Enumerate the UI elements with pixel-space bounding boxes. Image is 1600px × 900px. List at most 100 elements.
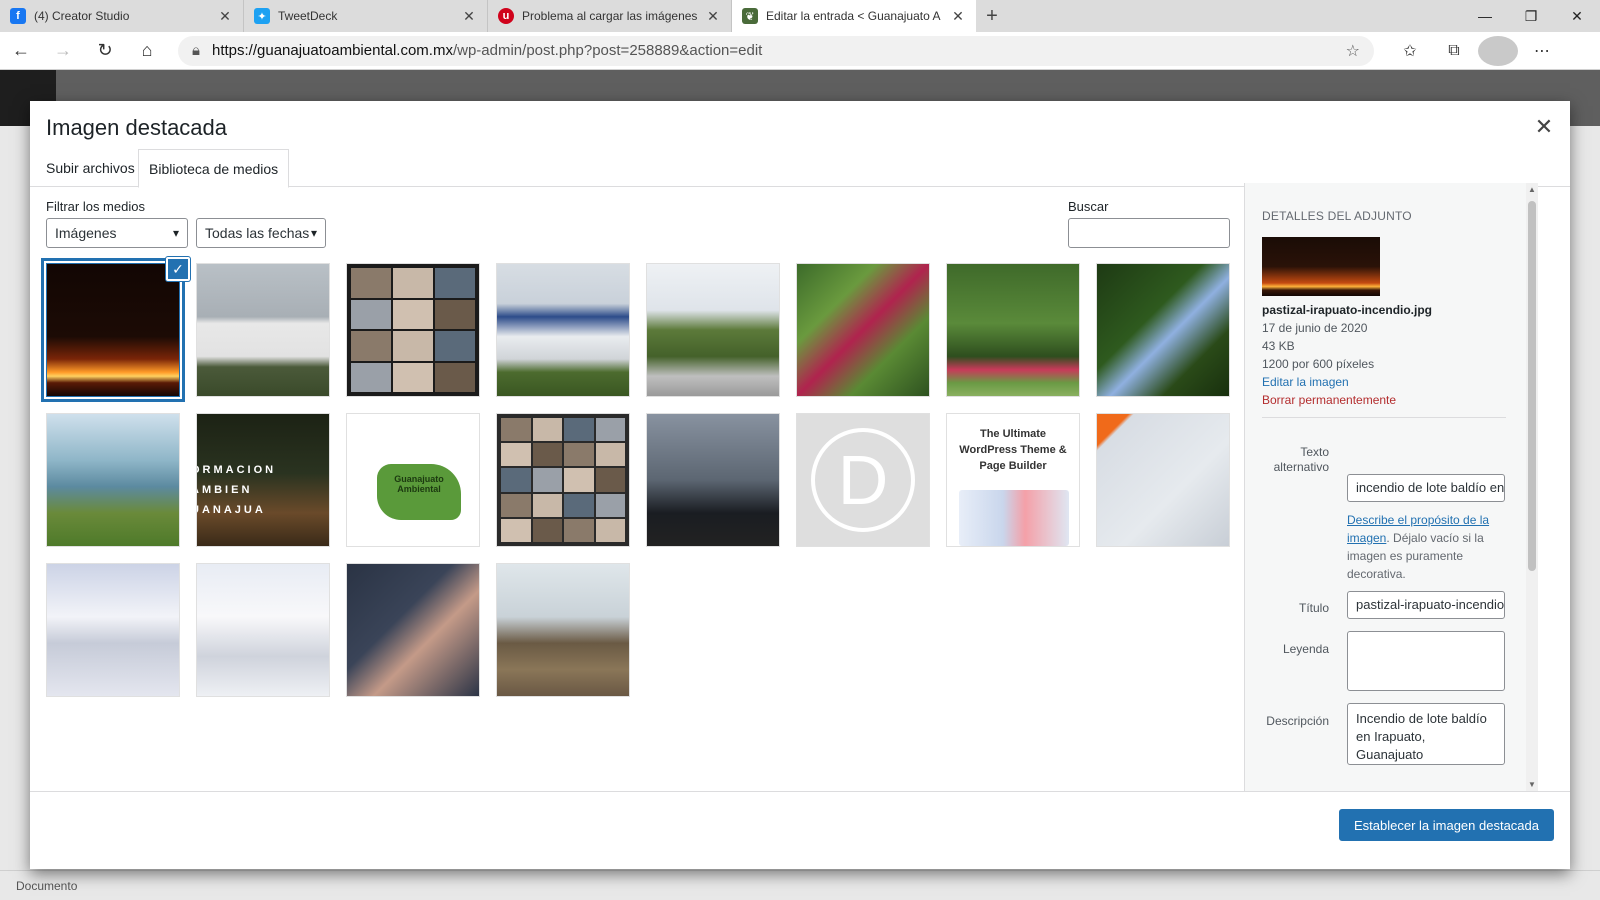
video-tile [351,331,391,361]
close-tab-icon[interactable]: ✕ [705,8,721,25]
profile-button[interactable] [1478,35,1518,66]
video-tile [595,518,625,542]
video-tile [393,299,433,329]
site-favicon-icon: u [498,8,514,24]
media-item-divi-logo[interactable]: D [796,413,930,547]
address-bar[interactable]: 🔒︎ https://guanajuatoambiental.com.mx/wp… [178,35,1374,66]
collections-icon[interactable]: ⧉ [1434,36,1474,66]
browser-tab-creator-studio[interactable]: f (4) Creator Studio ✕ [0,0,244,32]
browser-nav-bar: ← → ↻ ⌂ 🔒︎ https://guanajuatoambiental.c… [0,32,1600,70]
modal-tabs: Subir archivos Biblioteca de medios [30,149,1570,188]
media-item-caption: ORMACION AMBIEN UANAJUA [196,464,277,516]
video-tile [595,468,625,492]
reload-icon[interactable]: ↻ [84,32,126,70]
media-item-ultimate-theme[interactable]: The Ultimate WordPress Theme & Page Buil… [946,413,1080,547]
media-item-garden[interactable] [946,263,1080,397]
close-tab-icon[interactable]: ✕ [950,8,966,25]
footer-breadcrumb: Documento [16,879,78,893]
video-tile [564,468,594,492]
edit-image-link[interactable]: Editar la imagen [1262,375,1349,389]
close-window-icon[interactable]: ✕ [1554,0,1600,32]
selected-check-icon[interactable]: ✓ [166,257,190,281]
video-tile [435,362,475,392]
browser-tab-problema[interactable]: u Problema al cargar las imágenes ✕ [488,0,732,32]
video-tile [435,268,475,298]
tab-media-library[interactable]: Biblioteca de medios [138,149,290,188]
video-tile [501,518,531,542]
media-item-tree-planting[interactable] [496,563,630,697]
twitter-icon: ✦ [254,8,270,24]
select-value: Todas las fechas [205,225,310,241]
search-input[interactable] [1068,218,1230,248]
set-featured-image-button[interactable]: Establecer la imagen destacada [1338,809,1554,841]
media-item-blue-flowers[interactable] [1096,263,1230,397]
media-item-videocall-1[interactable] [346,263,480,397]
media-item-laptop-dark[interactable] [646,413,780,547]
tab-title: Problema al cargar las imágenes [522,9,697,23]
caption-textarea[interactable] [1347,631,1505,691]
video-tile [393,362,433,392]
tab-title: (4) Creator Studio [34,9,130,23]
forward-icon[interactable]: → [42,32,84,70]
media-item-ui-cards[interactable] [1096,413,1230,547]
media-item-laptop-typing[interactable] [346,563,480,697]
close-tab-icon[interactable]: ✕ [461,8,477,25]
video-tile [532,418,562,442]
scrollbar-thumb[interactable] [1528,201,1536,571]
browser-tab-tweetdeck[interactable]: ✦ TweetDeck ✕ [244,0,488,32]
media-item-caption: D [811,428,915,532]
close-tab-icon[interactable]: ✕ [217,8,233,25]
browser-tab-editar-entrada[interactable]: ❦ Editar la entrada < Guanajuato A ✕ [732,0,976,32]
search-label: Buscar [1068,199,1109,214]
title-input[interactable]: pastizal-irapuato-incendio [1347,591,1505,619]
more-menu-icon[interactable]: ⋯ [1522,36,1562,66]
attachment-filename: pastizal-irapuato-incendio.jpg [1262,303,1433,317]
media-item-building[interactable] [496,263,630,397]
media-item-fire[interactable] [41,258,185,402]
scroll-down-icon[interactable]: ▼ [1526,780,1538,789]
tab-title: TweetDeck [278,9,338,23]
media-item-map[interactable]: Guanajuato Ambiental [346,413,480,547]
video-tile [393,331,433,361]
favorites-icon[interactable]: ✩ [1390,36,1430,66]
close-icon[interactable]: ✕ [1532,115,1556,139]
delete-permanently-link[interactable]: Borrar permanentemente [1262,393,1396,407]
tab-upload-files[interactable]: Subir archivos [36,149,145,187]
video-tile [532,468,562,492]
details-scrollbar[interactable]: ▲ ▼ [1526,183,1538,791]
lock-icon: 🔒︎ [192,42,200,59]
favorite-star-icon[interactable]: ☆ [1346,41,1360,61]
media-item-lake[interactable] [46,413,180,547]
video-tile [564,443,594,467]
home-icon[interactable]: ⌂ [126,32,168,70]
media-item-keyboard-blur[interactable] [46,563,180,697]
video-tile [501,468,531,492]
description-textarea[interactable]: Incendio de lote baldío en Irapuato, Gua… [1347,703,1505,765]
media-item-keyboard-white[interactable] [196,563,330,697]
video-tile [351,362,391,392]
guanajuato-favicon-icon: ❦ [742,8,758,24]
video-tile [435,331,475,361]
minimize-icon[interactable]: — [1462,0,1508,32]
date-filter-select[interactable]: Todas las fechas ▾ [196,218,326,248]
scroll-up-icon[interactable]: ▲ [1526,185,1538,194]
back-icon[interactable]: ← [0,32,42,70]
alt-text-input[interactable]: incendio de lote baldío en Irapuato [1347,474,1505,502]
browser-tab-bar: f (4) Creator Studio ✕ ✦ TweetDeck ✕ u P… [0,0,1600,32]
media-item-truck[interactable] [196,263,330,397]
video-tile [351,268,391,298]
media-type-select[interactable]: Imágenes ▾ [46,218,188,248]
attachment-thumbnail [1262,237,1380,296]
new-tab-button[interactable]: + [976,0,1008,32]
description-label: Descripción [1266,714,1329,728]
featured-image-modal: Imagen destacada ✕ Subir archivos Biblio… [30,101,1570,869]
media-item-tree-plaza[interactable] [646,263,780,397]
editor-footer: Documento [0,870,1600,900]
select-value: Imágenes [55,225,117,241]
media-item-videocall-2[interactable] [496,413,630,547]
media-item-caption: Guanajuato Ambiental [377,464,461,520]
details-heading: Detalles del adjunto [1262,209,1412,223]
media-item-red-flowers[interactable] [796,263,930,397]
media-item-formacion[interactable]: ORMACION AMBIEN UANAJUA [196,413,330,547]
restore-icon[interactable]: ❐ [1508,0,1554,32]
